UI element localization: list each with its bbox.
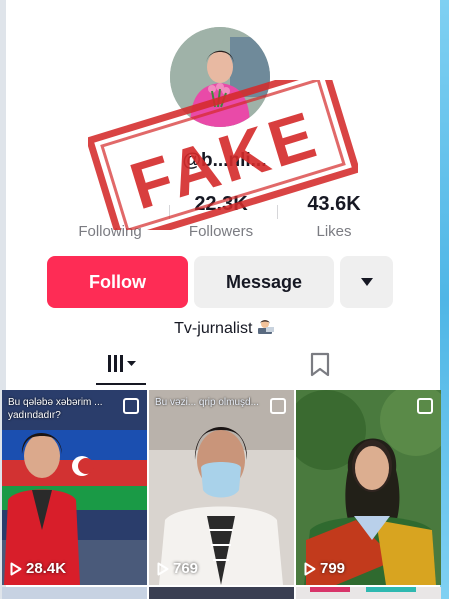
video-caption: Bu vəzi... qrip olmuşd... bbox=[155, 397, 259, 408]
technologist-emoji-icon bbox=[257, 320, 274, 334]
video-tile[interactable]: Bu qələbə xəbərim ... yadındadır? 28.4K bbox=[2, 390, 147, 585]
caret-down-icon bbox=[360, 278, 373, 286]
views-count: 769 bbox=[173, 560, 199, 577]
video-tile[interactable]: 799 bbox=[296, 390, 441, 585]
video-views: 769 bbox=[157, 560, 198, 577]
bookmark-icon bbox=[310, 352, 330, 377]
message-button[interactable]: Message bbox=[194, 256, 334, 308]
video-views: 28.4K bbox=[10, 560, 66, 577]
pinned-icon bbox=[417, 398, 433, 414]
pinned-icon bbox=[123, 398, 139, 414]
video-caption: Bu qələbə xəbərim ... yadındadır? bbox=[8, 397, 103, 421]
more-options-button[interactable] bbox=[340, 256, 393, 308]
play-icon bbox=[304, 562, 316, 575]
video-thumbnail bbox=[149, 390, 294, 585]
next-row-tile[interactable] bbox=[296, 587, 441, 599]
next-row-tile[interactable] bbox=[2, 587, 147, 599]
follow-button[interactable]: Follow bbox=[47, 256, 188, 308]
profile-bio: Tv-jurnalist bbox=[0, 319, 449, 338]
fake-stamp-text: FAKE bbox=[122, 96, 327, 223]
tab-saved[interactable] bbox=[308, 352, 332, 378]
pinned-icon bbox=[270, 398, 286, 414]
screenshot-right-edge bbox=[440, 0, 449, 599]
video-views: 799 bbox=[304, 560, 345, 577]
grid-menu-icon bbox=[108, 355, 136, 372]
video-thumbnail bbox=[296, 390, 441, 585]
views-count: 799 bbox=[320, 560, 346, 577]
next-row-tile[interactable] bbox=[149, 587, 294, 599]
fake-stamp-overlay: FAKE bbox=[85, 63, 361, 247]
tile-accent bbox=[310, 587, 350, 592]
tile-accent bbox=[366, 587, 416, 592]
play-icon bbox=[10, 562, 22, 575]
bio-text: Tv-jurnalist bbox=[174, 320, 253, 337]
play-icon bbox=[157, 562, 169, 575]
video-tile[interactable]: Bu vəzi... qrip olmuşd... 769 bbox=[149, 390, 294, 585]
views-count: 28.4K bbox=[26, 560, 67, 577]
tab-videos[interactable] bbox=[96, 347, 146, 385]
fake-stamp-graphic: FAKE bbox=[85, 63, 361, 247]
